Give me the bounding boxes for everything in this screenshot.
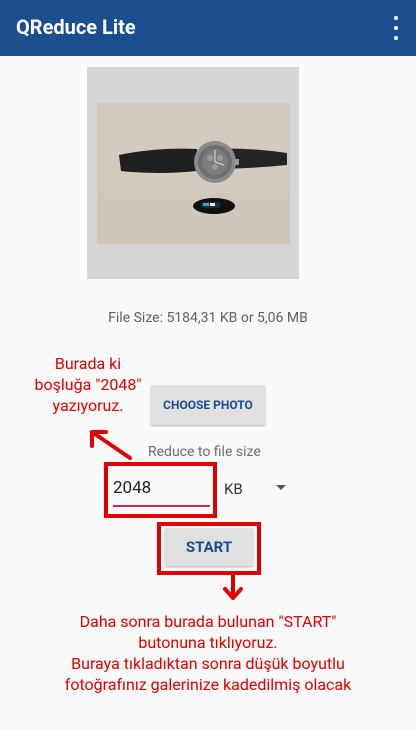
annotation-line: butonuna tıklıyoruz. — [138, 633, 278, 652]
arrow-down-from-start-icon — [223, 573, 243, 600]
annotation-input-instruction: Burada ki boşluğa "2048" yazıyoruz. — [18, 353, 158, 416]
annotation-line: Buraya tıkladıktan sonra düşük boyutlu — [71, 654, 345, 673]
annotation-line: Daha sonra burada bulunan "START" — [79, 612, 337, 631]
arrow-to-input-icon — [90, 430, 132, 460]
annotation-line: Burada ki — [54, 354, 122, 373]
annotation-start-instruction: Daha sonra burada bulunan "START" butonu… — [10, 611, 406, 695]
app-screen: QReduce Lite File Size: 5184,31 KB or 5,… — [0, 0, 416, 730]
annotation-line: fotoğrafınız galerinize kadedilmiş olaca… — [64, 675, 352, 694]
annotation-line: boşluğa "2048" — [34, 375, 142, 394]
annotation-line: yazıyoruz. — [52, 396, 124, 415]
